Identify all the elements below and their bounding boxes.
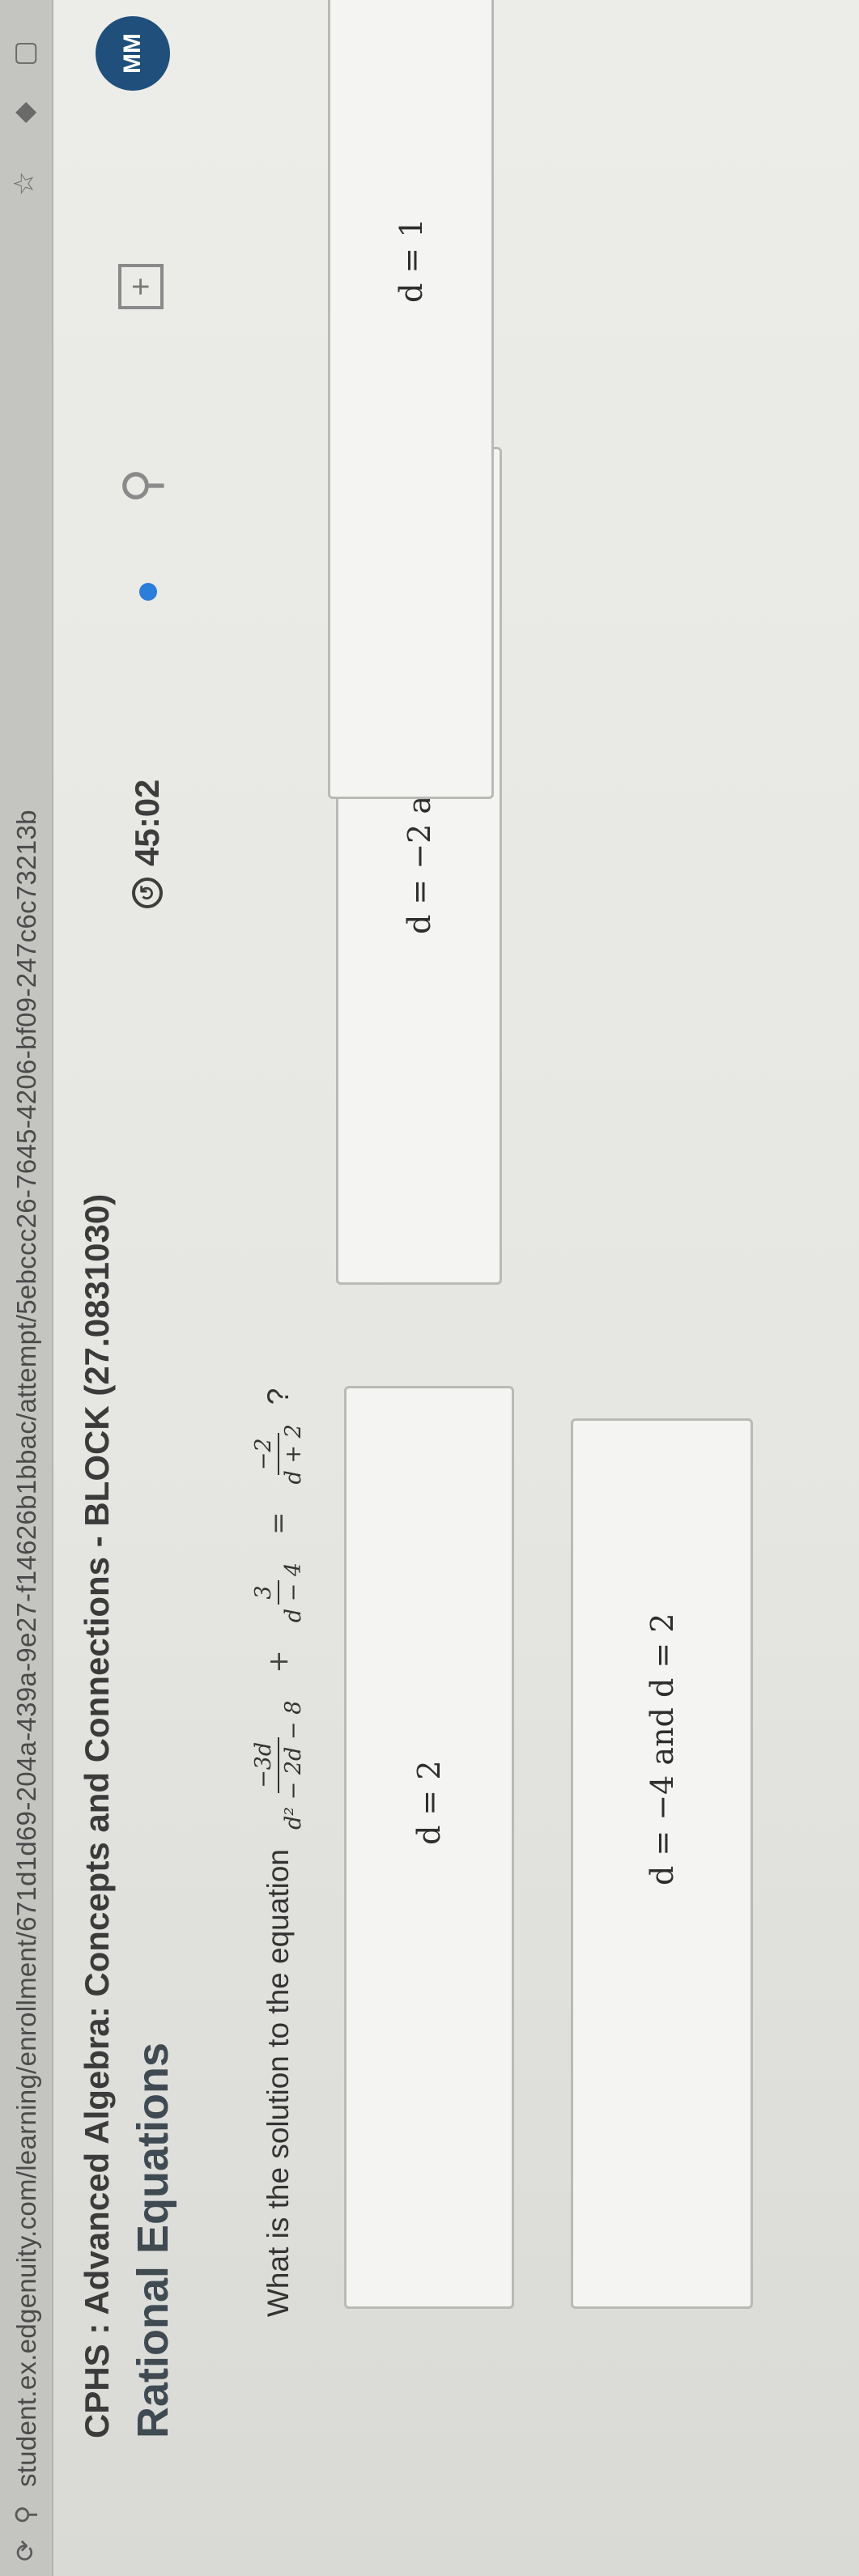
fraction-1: −3d d² − 2d − 8 — [251, 1696, 306, 1834]
extension-icon[interactable]: ◆ — [8, 102, 40, 123]
answer-choice-1-label: d = 2 — [411, 1760, 447, 1846]
browser-address-bar[interactable]: ⟳ ⚲ student.ex.edgenuity.com/learning/en… — [0, 0, 53, 2576]
fraction-3: −2 d + 2 — [251, 1419, 306, 1489]
question-prompt: What is the solution to the equation — [262, 1849, 295, 2317]
question-text: What is the solution to the equation −3d… — [251, 1388, 306, 2317]
url-text[interactable]: student.ex.edgenuity.com/learning/enroll… — [11, 810, 42, 2487]
avatar-initials: MM — [119, 33, 146, 74]
fraction-3-denominator: d + 2 — [281, 1424, 306, 1485]
clock-icon: ↺ — [132, 878, 163, 908]
fraction-2-denominator: d − 4 — [281, 1562, 306, 1623]
answer-choice-3[interactable]: d = 1 — [328, 0, 494, 799]
fraction-2-numerator: 3 — [251, 1580, 279, 1605]
star-icon[interactable]: ☆ — [8, 172, 40, 196]
timer-value: 45:02 — [128, 779, 166, 866]
status-dot — [139, 583, 157, 601]
fraction-3-numerator: −2 — [251, 1433, 279, 1476]
timer: ↺ 45:02 — [128, 780, 167, 908]
plus-sign: + — [262, 1650, 295, 1673]
lightbulb-icon[interactable]: ⚲ — [113, 468, 170, 504]
answer-choice-1[interactable]: d = 2 — [344, 1386, 514, 2309]
fraction-1-denominator: d² − 2d − 8 — [281, 1700, 306, 1830]
fraction-1-numerator: −3d — [251, 1736, 279, 1793]
reload-icon[interactable]: ⟳ — [10, 2540, 40, 2561]
tab-icon[interactable]: ▢ — [8, 40, 40, 66]
lesson-title: Rational Equations — [129, 2042, 177, 2438]
equals-sign: = — [262, 1511, 295, 1535]
fraction-2: 3 d − 4 — [251, 1558, 306, 1627]
answer-choice-4[interactable]: d = −4 and d = 2 — [571, 1418, 753, 2309]
avatar[interactable]: MM — [96, 16, 170, 91]
course-title: CPHS : Advanced Algebra: Concepts and Co… — [78, 1193, 116, 2438]
add-note-button[interactable]: + — [118, 264, 164, 309]
answer-choice-4-label: d = −4 and d = 2 — [644, 1613, 680, 1885]
question-mark: ? — [262, 1388, 295, 1405]
site-settings-icon[interactable]: ⚲ — [10, 2506, 40, 2524]
screen: ⟳ ⚲ student.ex.edgenuity.com/learning/en… — [0, 0, 859, 2576]
answer-choice-3-label: d = 1 — [393, 218, 429, 304]
